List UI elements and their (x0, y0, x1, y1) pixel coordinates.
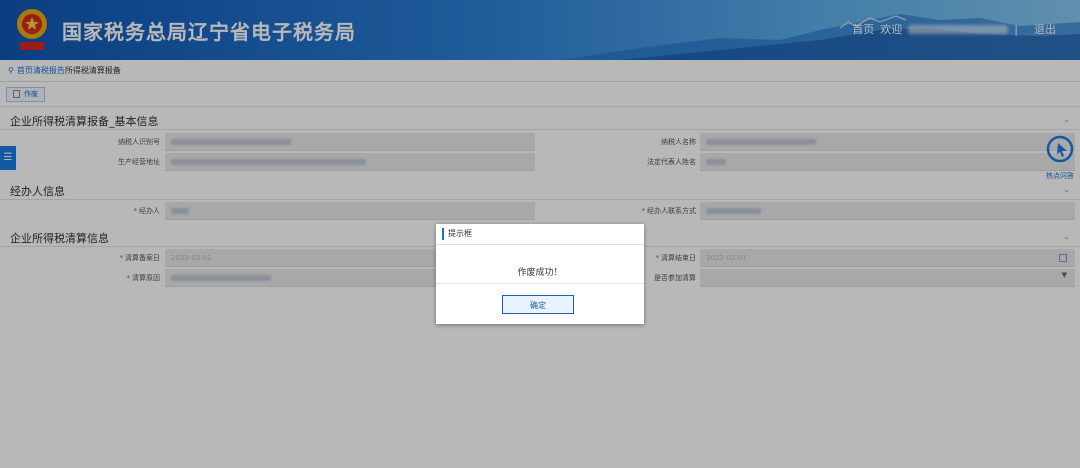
prompt-dialog: 提示框 作废成功！ 确定 (436, 224, 644, 324)
dialog-title: 提示框 (448, 229, 472, 238)
dialog-message: 作废成功！ (517, 268, 563, 278)
dialog-footer: 确定 (436, 283, 644, 324)
title-accent-bar (442, 228, 444, 240)
confirm-button[interactable]: 确定 (502, 295, 574, 314)
dialog-header: 提示框 (436, 224, 644, 245)
